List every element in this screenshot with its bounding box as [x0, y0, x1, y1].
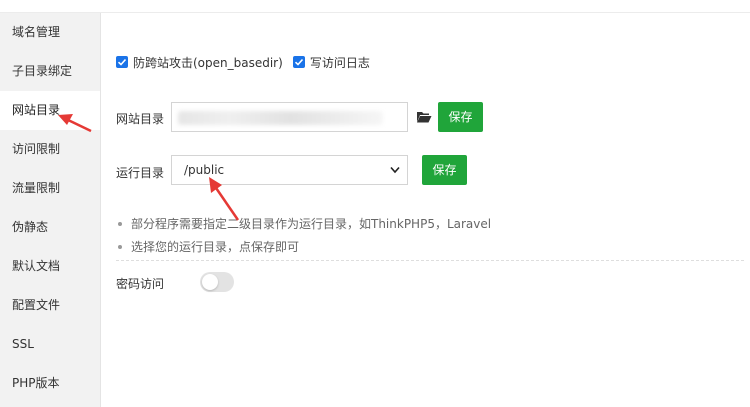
annotation-arrows: [58, 114, 240, 221]
run-dir-annotation-arrow-icon: [209, 177, 240, 221]
sidebar-annotation-arrow-icon: [58, 114, 92, 133]
